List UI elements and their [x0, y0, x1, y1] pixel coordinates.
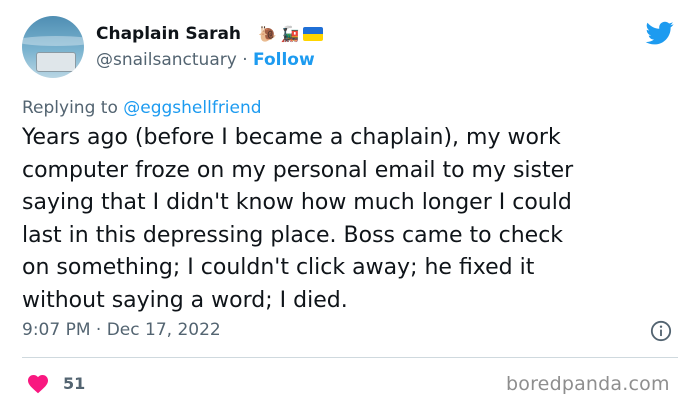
- divider: [22, 357, 678, 358]
- handle-separator: ·: [242, 50, 248, 70]
- replying-to: Replying to @eggshellfriend: [22, 98, 262, 118]
- avatar-wave-decoration: [22, 36, 84, 46]
- replying-prefix: Replying to: [22, 98, 118, 118]
- ukraine-flag-icon: [303, 27, 324, 41]
- author-handle[interactable]: @snailsanctuary: [96, 50, 237, 70]
- source-watermark: boredpanda.com: [506, 373, 670, 395]
- follow-button[interactable]: Follow: [253, 50, 315, 70]
- author-name[interactable]: Chaplain Sarah: [96, 24, 241, 44]
- twitter-bird-icon[interactable]: [644, 19, 676, 47]
- snail-emoji: 🐌: [258, 25, 277, 43]
- like-count: 51: [63, 374, 86, 393]
- train-emoji: 🚂: [280, 25, 300, 43]
- info-icon[interactable]: [650, 320, 672, 342]
- tweet-text: Years ago (before I became a chaplain), …: [22, 125, 574, 313]
- tweet-timestamp[interactable]: 9:07 PM · Dec 17, 2022: [22, 320, 221, 340]
- heart-icon[interactable]: [26, 372, 50, 394]
- author-emoji-row: 🐌 🚂: [258, 25, 324, 43]
- reply-mention-link[interactable]: @eggshellfriend: [123, 98, 261, 118]
- handle-row: @snailsanctuary · Follow: [96, 50, 315, 70]
- avatar-stone-decoration: [36, 52, 76, 72]
- avatar[interactable]: [22, 16, 84, 78]
